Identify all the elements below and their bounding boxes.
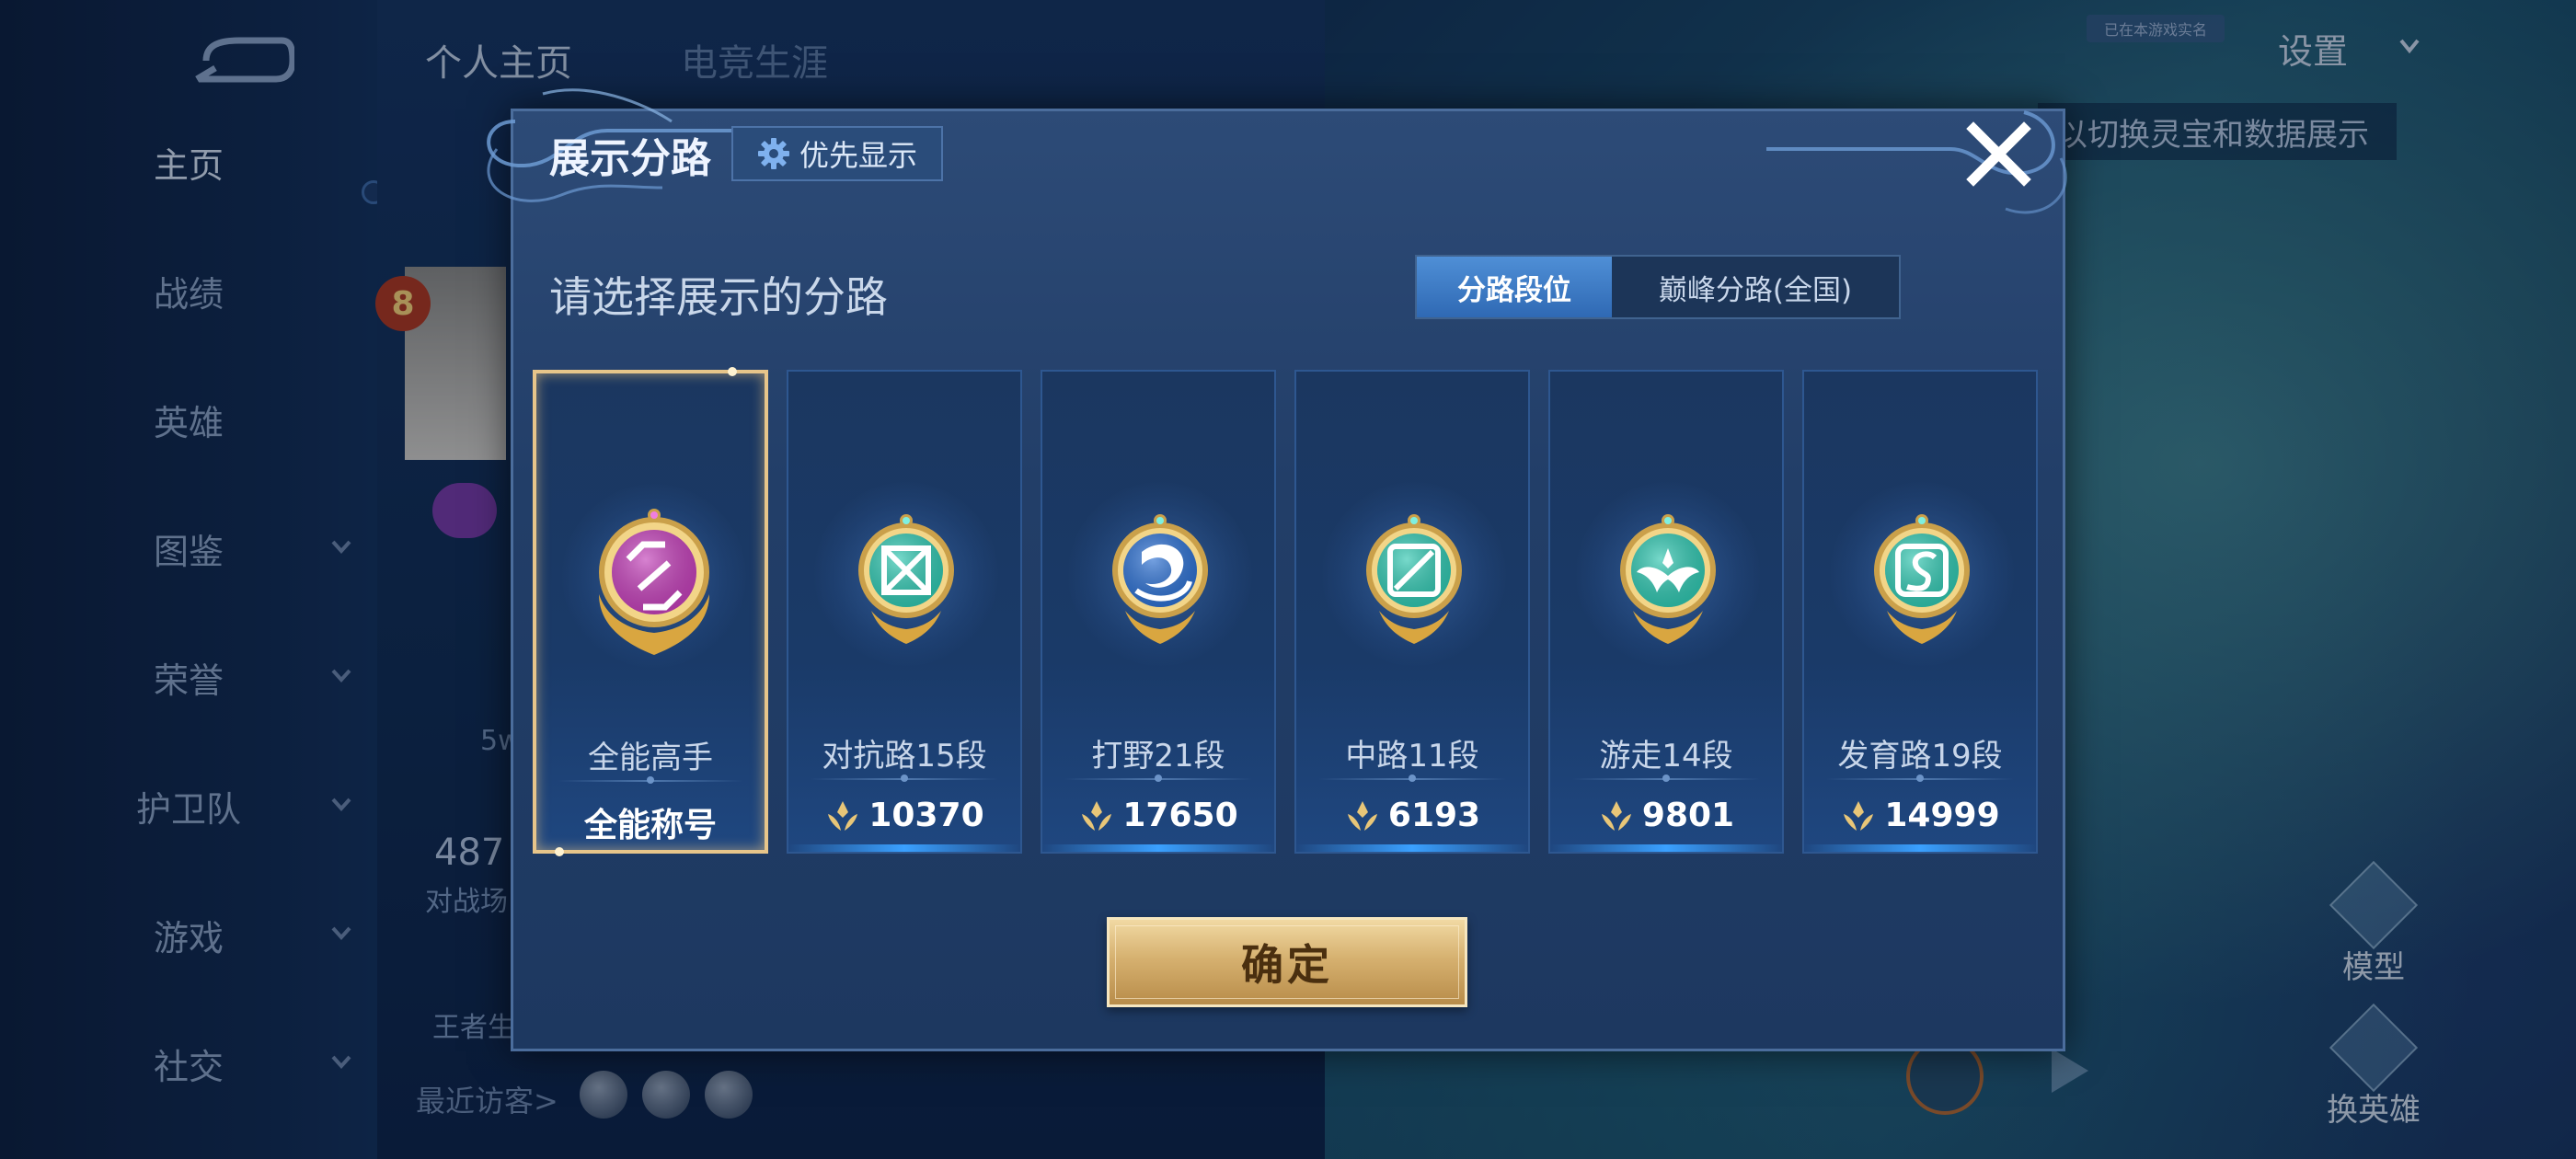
confirm-label: 确定: [1241, 940, 1333, 990]
card-bottom-glow: [1804, 844, 2036, 852]
priority-display-label: 优先显示: [799, 138, 917, 173]
lane-card[interactable]: 发育路19段 14999: [1802, 370, 2038, 854]
close-icon[interactable]: [1964, 120, 2033, 189]
lane-card[interactable]: 中路11段 6193: [1294, 370, 1530, 854]
card-divider: [811, 775, 998, 782]
farm-lane-medal-icon: [1874, 514, 1970, 644]
dialog-subtitle: 请选择展示的分路: [549, 272, 888, 322]
lane-score: 9801: [1550, 797, 1782, 834]
lane-rank-label: 中路11段: [1345, 738, 1479, 775]
card-bottom-glow: [1296, 844, 1528, 852]
selection-corner-dot: [555, 847, 564, 856]
lane-rank-label: 全能高手: [588, 740, 713, 776]
mid-lane-medal-icon: [1366, 514, 1462, 644]
score-emblem-icon: [1601, 800, 1631, 831]
card-bottom-glow: [1550, 844, 1782, 852]
lane-score-value: 6193: [1387, 797, 1481, 834]
card-divider: [558, 776, 742, 784]
lane-score-value: 14999: [1884, 797, 2000, 834]
gear-icon: [757, 138, 789, 169]
lane-score: 10370: [788, 797, 1020, 834]
lane-rank-label: 打野21段: [1091, 738, 1225, 775]
jungle-dragon-medal-icon: [1112, 514, 1208, 644]
card-bottom-glow: [1042, 844, 1274, 852]
lane-rank-label: 游走14段: [1599, 738, 1733, 775]
lane-score-value: 10370: [868, 797, 984, 834]
purple-allround-medal-icon: [599, 509, 709, 655]
lane-score: 17650: [1042, 797, 1274, 834]
card-divider: [1318, 775, 1506, 782]
lane-score: 14999: [1804, 797, 2036, 834]
clash-lane-medal-icon: [858, 514, 954, 644]
card-divider: [1826, 775, 2014, 782]
lane-score-value: 9801: [1641, 797, 1735, 834]
confirm-button[interactable]: 确定: [1107, 917, 1467, 1007]
lane-score: 6193: [1296, 797, 1528, 834]
lane-card[interactable]: 全能高手 全能称号: [533, 367, 768, 856]
card-divider: [1064, 775, 1252, 782]
tab-lane-rank[interactable]: 分路段位: [1417, 257, 1612, 317]
priority-display-button[interactable]: 优先显示: [731, 126, 943, 181]
card-bottom-glow: [788, 844, 1020, 852]
lane-card[interactable]: 打野21段 17650: [1041, 370, 1276, 854]
roam-wings-medal-icon: [1620, 514, 1716, 644]
lane-rank-label: 发育路19段: [1837, 738, 2003, 775]
lane-tab-switch: 分路段位 巅峰分路(全国): [1415, 255, 1901, 319]
lane-score-value: 17650: [1122, 797, 1238, 834]
lane-card[interactable]: 对抗路15段 10370: [787, 370, 1022, 854]
lane-score: 全能称号: [536, 798, 765, 846]
selection-corner-dot: [728, 367, 737, 376]
lane-rank-label: 对抗路15段: [822, 738, 987, 775]
card-divider: [1572, 775, 1760, 782]
score-emblem-icon: [1347, 800, 1377, 831]
tab-peak-lane-national[interactable]: 巅峰分路(全国): [1612, 257, 1899, 317]
score-emblem-icon: [1082, 800, 1112, 831]
score-emblem-icon: [1844, 800, 1874, 831]
score-emblem-icon: [828, 800, 858, 831]
dialog-title: 展示分路: [549, 135, 711, 182]
lane-score-value: 全能称号: [583, 807, 717, 844]
lane-card[interactable]: 游走14段 9801: [1548, 370, 1784, 854]
